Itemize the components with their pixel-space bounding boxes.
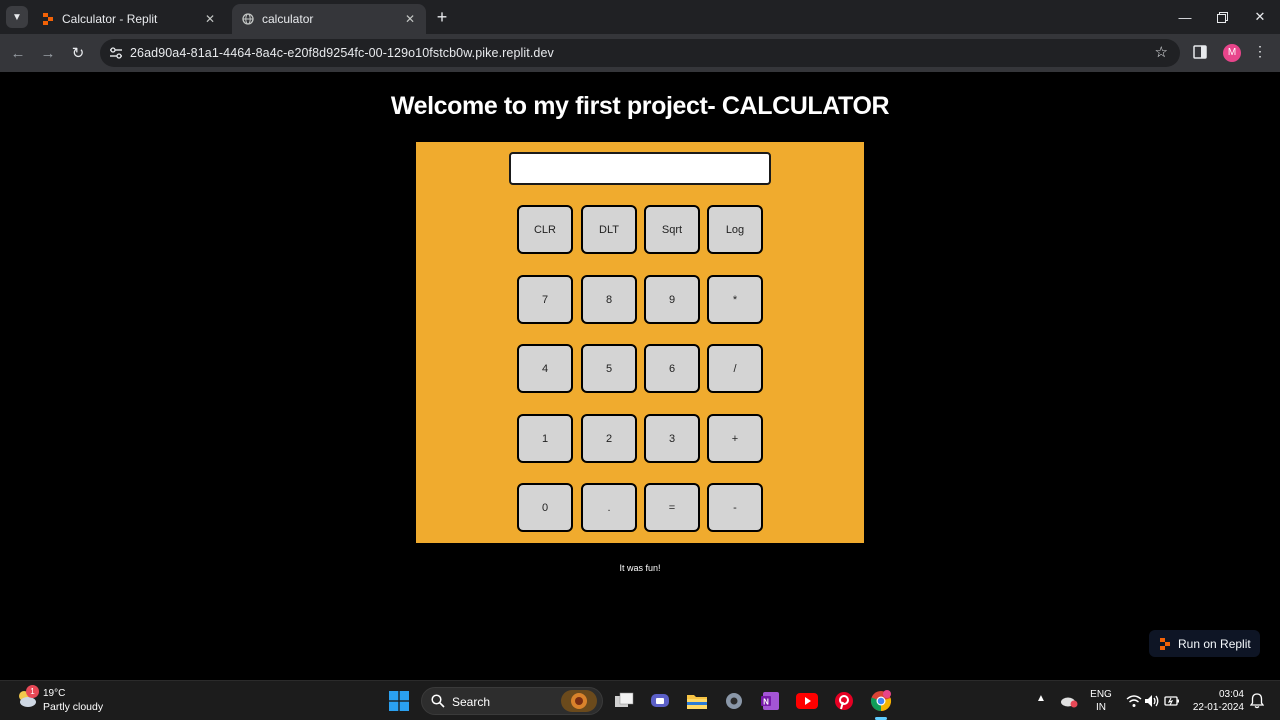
- onedrive-status-icon[interactable]: [1057, 689, 1081, 713]
- minimize-icon[interactable]: —: [1174, 6, 1196, 28]
- run-on-replit-button[interactable]: Run on Replit: [1149, 630, 1260, 657]
- key-dlt[interactable]: DLT: [581, 205, 637, 254]
- onenote-icon[interactable]: N: [758, 689, 782, 713]
- key-divide[interactable]: /: [707, 344, 763, 393]
- key-3[interactable]: 3: [644, 414, 700, 463]
- address-bar[interactable]: 26ad90a4-81a1-4464-8a4c-e20f8d9254fc-00-…: [100, 39, 1180, 67]
- close-icon[interactable]: ✕: [400, 9, 420, 29]
- forward-arrow-icon[interactable]: →: [37, 42, 59, 64]
- task-view-icon[interactable]: [612, 689, 636, 713]
- run-on-replit-label: Run on Replit: [1178, 636, 1251, 651]
- page-viewport: Welcome to my first project- CALCULATOR …: [0, 72, 1280, 680]
- svg-text:N: N: [763, 698, 769, 707]
- search-label: Search: [452, 695, 491, 709]
- language-code: ENG: [1090, 689, 1112, 700]
- key-1[interactable]: 1: [517, 414, 573, 463]
- window-close-icon[interactable]: ✕: [1249, 6, 1271, 28]
- globe-icon: [242, 13, 254, 25]
- replit-icon: [1159, 637, 1171, 650]
- system-clock[interactable]: 03:04 22-01-2024: [1188, 688, 1244, 714]
- key-0[interactable]: 0: [517, 483, 573, 532]
- taskbar-search[interactable]: Search: [421, 687, 603, 715]
- language-indicator[interactable]: ENG IN: [1090, 688, 1112, 714]
- key-clr[interactable]: CLR: [517, 205, 573, 254]
- key-9[interactable]: 9: [644, 275, 700, 324]
- new-tab-button[interactable]: +: [432, 8, 452, 28]
- key-plus[interactable]: +: [707, 414, 763, 463]
- key-log[interactable]: Log: [707, 205, 763, 254]
- reload-icon[interactable]: ↻: [67, 42, 89, 64]
- windows-start-icon[interactable]: [387, 689, 411, 713]
- browser-toolbar: ← → ↻ 26ad90a4-81a1-4464-8a4c-e20f8d9254…: [0, 34, 1280, 72]
- browser-tab-strip: ▼ Calculator - Replit ✕ calculator ✕ + —…: [0, 0, 1280, 34]
- search-highlight-icon: [561, 690, 597, 712]
- chevron-down-icon: ▼: [12, 11, 22, 23]
- pinterest-icon[interactable]: [832, 689, 856, 713]
- key-2[interactable]: 2: [581, 414, 637, 463]
- file-explorer-icon[interactable]: [685, 689, 709, 713]
- meet-chat-icon[interactable]: [648, 689, 672, 713]
- key-decimal[interactable]: .: [581, 483, 637, 532]
- settings-gear-icon[interactable]: [722, 689, 746, 713]
- key-equals[interactable]: =: [644, 483, 700, 532]
- back-arrow-icon[interactable]: ←: [7, 42, 29, 64]
- search-icon: [431, 694, 445, 708]
- key-minus[interactable]: -: [707, 483, 763, 532]
- weather-description: Partly cloudy: [43, 701, 104, 713]
- chrome-icon[interactable]: [869, 689, 893, 713]
- chevron-up-icon[interactable]: ▲: [1036, 693, 1046, 704]
- clock-date: 22-01-2024: [1192, 702, 1244, 713]
- bookmark-star-icon[interactable]: ☆: [1155, 43, 1168, 61]
- windows-taskbar: 1 19°C Partly cloudy Search N ▲ ENG IN 0…: [0, 680, 1280, 720]
- key-7[interactable]: 7: [517, 275, 573, 324]
- tab-calculator-replit[interactable]: Calculator - Replit ✕: [32, 4, 226, 34]
- calculator-display[interactable]: [509, 152, 771, 185]
- page-title: Welcome to my first project- CALCULATOR: [390, 92, 890, 120]
- tab-title: calculator: [262, 12, 314, 26]
- language-region: IN: [1096, 702, 1106, 713]
- battery-icon[interactable]: [1160, 689, 1184, 713]
- clock-time: 03:04: [1218, 689, 1244, 700]
- key-5[interactable]: 5: [581, 344, 637, 393]
- key-multiply[interactable]: *: [707, 275, 763, 324]
- weather-alert-badge: 1: [26, 685, 39, 698]
- weather-temperature: 19°C: [43, 688, 66, 699]
- key-4[interactable]: 4: [517, 344, 573, 393]
- restore-icon[interactable]: [1211, 6, 1233, 28]
- tab-title: Calculator - Replit: [62, 12, 158, 26]
- tab-search-button[interactable]: ▼: [6, 6, 28, 28]
- footer-note: It was fun!: [619, 563, 661, 573]
- url-text: 26ad90a4-81a1-4464-8a4c-e20f8d9254fc-00-…: [130, 46, 554, 60]
- key-8[interactable]: 8: [581, 275, 637, 324]
- key-6[interactable]: 6: [644, 344, 700, 393]
- site-info-icon[interactable]: [108, 45, 124, 61]
- replit-icon: [42, 13, 54, 25]
- profile-avatar[interactable]: M: [1223, 44, 1241, 62]
- close-icon[interactable]: ✕: [200, 9, 220, 29]
- youtube-icon[interactable]: [795, 689, 819, 713]
- side-panel-icon[interactable]: [1193, 45, 1209, 61]
- calculator-panel: CLR DLT Sqrt Log 7 8 9 * 4 5 6 / 1 2 3 +…: [416, 142, 864, 543]
- key-sqrt[interactable]: Sqrt: [644, 205, 700, 254]
- more-menu-icon[interactable]: ⋮: [1253, 43, 1267, 63]
- tab-calculator[interactable]: calculator ✕: [232, 4, 426, 34]
- notification-bell-icon[interactable]: [1249, 693, 1265, 709]
